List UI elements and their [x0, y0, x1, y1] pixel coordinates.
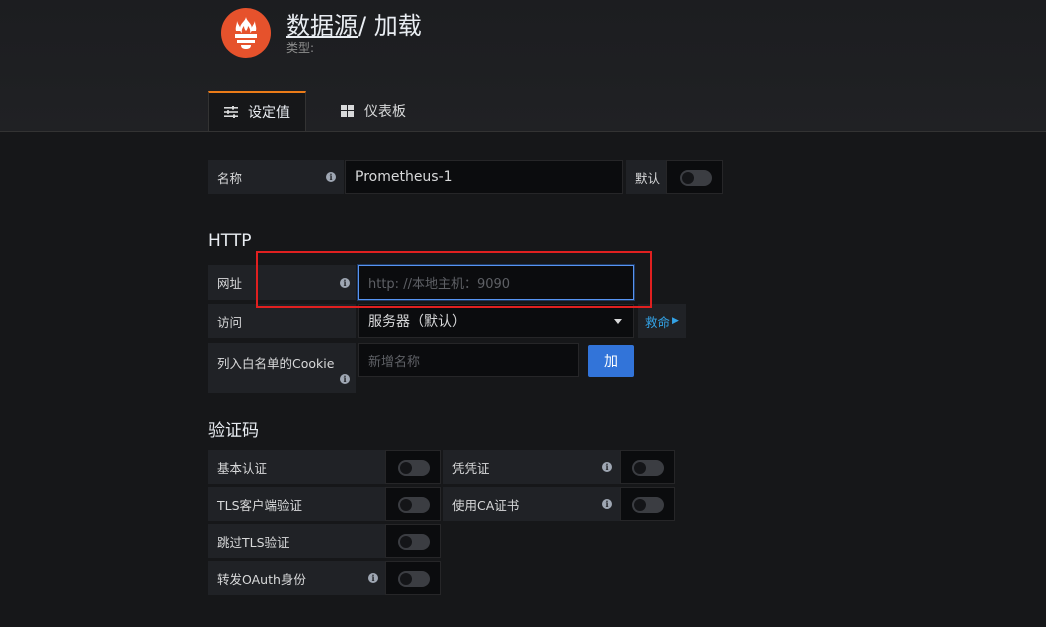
chevron-down-icon — [614, 319, 622, 324]
basic-auth-toggle[interactable] — [398, 460, 430, 476]
skip-tls-verify-toggle[interactable] — [398, 534, 430, 550]
basic-auth-label: 基本认证 — [208, 450, 385, 484]
access-label-text: 访问 — [217, 314, 243, 330]
prometheus-logo-icon — [221, 8, 271, 58]
name-input[interactable]: Prometheus-1 — [345, 160, 623, 194]
tab-dashboards-label: 仪表板 — [364, 104, 406, 120]
highlight-annotation-box — [256, 251, 652, 308]
default-toggle[interactable] — [680, 170, 712, 186]
default-label: 默认 — [626, 160, 666, 194]
with-credentials-label: 凭凭证 — [443, 450, 620, 484]
sliders-icon — [224, 106, 238, 118]
basic-auth-label-text: 基本认证 — [217, 460, 268, 476]
tab-dashboards[interactable]: 仪表板 — [341, 91, 406, 131]
access-select-value: 服务器（默认） — [368, 314, 466, 330]
datasources-breadcrumb-link[interactable]: 数据源 — [286, 12, 358, 40]
url-label-text: 网址 — [217, 276, 243, 291]
tls-client-auth-toggle[interactable] — [398, 497, 430, 513]
cookie-name-input[interactable]: 新增名称 — [358, 343, 579, 377]
info-icon[interactable]: i — [340, 374, 350, 384]
ca-cert-switch-cell — [620, 487, 675, 521]
tab-settings[interactable]: 设定值 — [208, 91, 306, 131]
dashboard-grid-icon — [341, 105, 354, 117]
name-label-text: 名称 — [217, 170, 243, 186]
http-section-title: HTTP — [208, 231, 252, 251]
auth-section-title: 验证码 — [208, 421, 259, 441]
ca-cert-label-text: 使用CA证书 — [452, 497, 520, 513]
skip-tls-verify-label-text: 跳过TLS验证 — [217, 534, 290, 550]
tab-settings-label: 设定值 — [248, 105, 290, 121]
tls-client-auth-switch-cell — [385, 487, 441, 521]
tls-client-auth-label-text: TLS客户端验证 — [217, 497, 303, 513]
default-switch-cell — [666, 160, 723, 194]
caret-right-icon: ▶ — [672, 316, 679, 326]
info-icon[interactable]: i — [368, 573, 378, 583]
info-icon[interactable]: i — [326, 172, 336, 182]
ca-cert-label: 使用CA证书 — [443, 487, 620, 521]
forward-oauth-label-text: 转发OAuth身份 — [217, 571, 306, 587]
basic-auth-switch-cell — [385, 450, 441, 484]
name-label: 名称 — [208, 160, 344, 194]
access-select[interactable]: 服务器（默认） — [358, 304, 634, 338]
tls-client-auth-label: TLS客户端验证 — [208, 487, 385, 521]
info-icon[interactable]: i — [602, 462, 612, 472]
access-label: 访问 — [208, 304, 356, 338]
ca-cert-toggle[interactable] — [632, 497, 664, 513]
page-title: 数据源/ 加载 — [286, 6, 422, 41]
page-title-text: / 加载 — [358, 12, 422, 40]
forward-oauth-label: 转发OAuth身份 — [208, 561, 385, 595]
skip-tls-verify-switch-cell — [385, 524, 441, 558]
with-credentials-toggle[interactable] — [632, 460, 664, 476]
with-credentials-switch-cell — [620, 450, 675, 484]
forward-oauth-toggle[interactable] — [398, 571, 430, 587]
forward-oauth-switch-cell — [385, 561, 441, 595]
help-link-label: 救命 — [645, 314, 671, 330]
default-label-text: 默认 — [635, 170, 661, 186]
add-cookie-button[interactable]: 加 — [588, 345, 634, 377]
with-credentials-label-text: 凭凭证 — [452, 460, 490, 476]
skip-tls-verify-label: 跳过TLS验证 — [208, 524, 385, 558]
info-icon[interactable]: i — [602, 499, 612, 509]
cookie-label-text: 列入白名单的Cookie — [217, 356, 335, 371]
cookie-label: 列入白名单的Cookie — [208, 343, 356, 393]
page-header — [0, 0, 1046, 132]
help-toggle-link[interactable]: 救命 ▶ — [638, 304, 686, 338]
datasource-type-label: 类型: — [286, 41, 315, 55]
